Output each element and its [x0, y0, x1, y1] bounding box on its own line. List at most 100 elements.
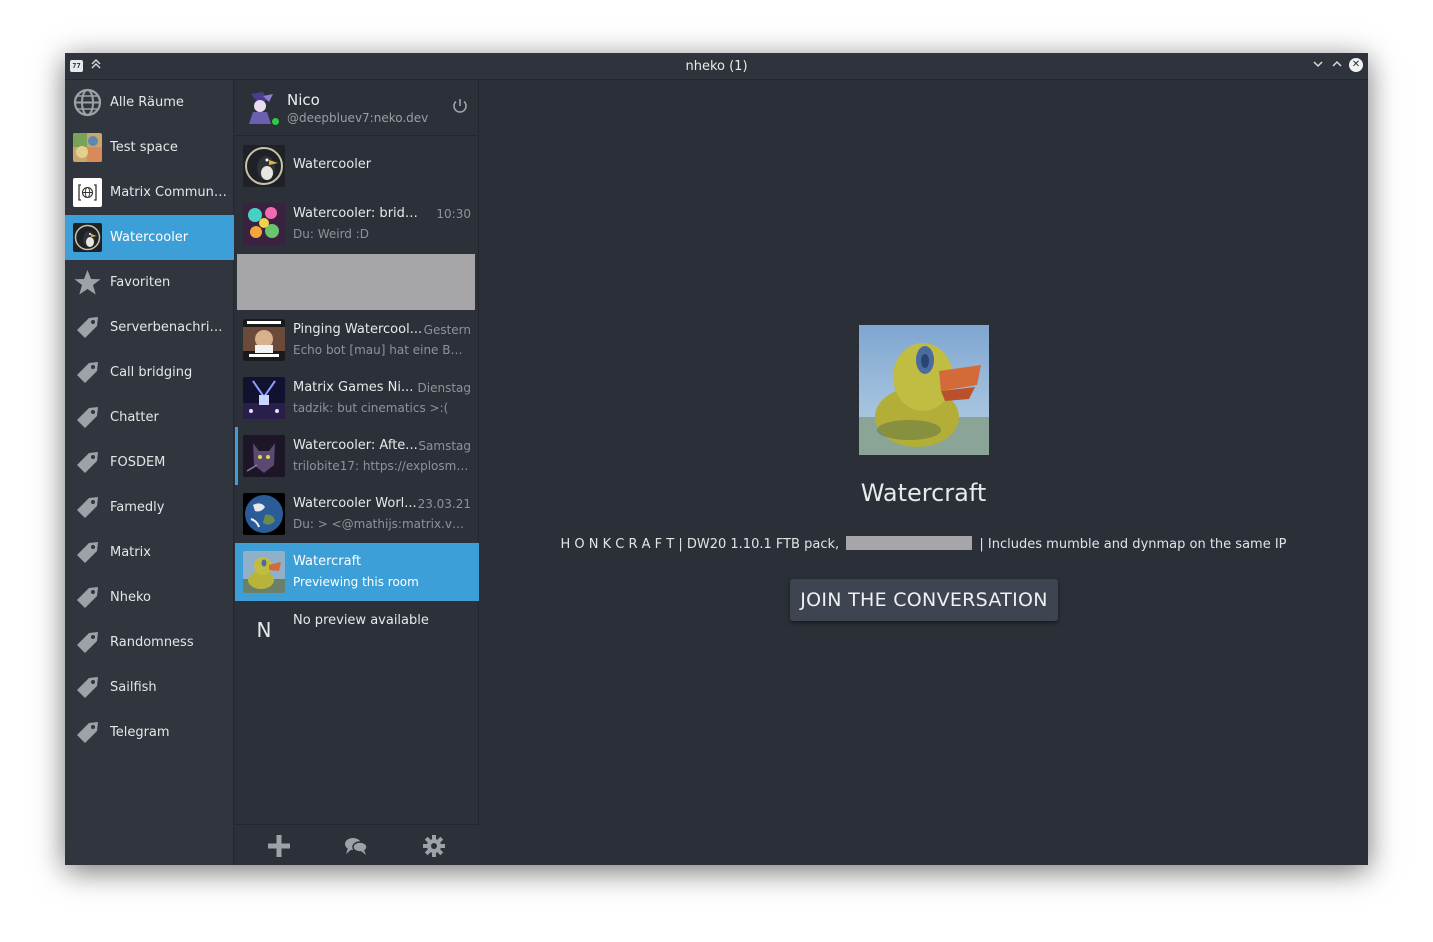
community-item-fosdem[interactable]: FOSDEM [65, 440, 234, 485]
community-item-telegram[interactable]: Telegram [65, 710, 234, 755]
room-preview-panel: Watercraft H O N K C R A F T | DW20 1.10… [479, 80, 1368, 865]
room-timestamp: Samstag [418, 439, 471, 453]
community-item-famedly[interactable]: Famedly [65, 485, 234, 530]
star-icon [73, 268, 102, 297]
community-label: Nheko [110, 590, 151, 605]
tag-icon [73, 628, 102, 657]
community-item-sailfish[interactable]: Sailfish [65, 665, 234, 710]
watercooler-avatar [73, 223, 102, 252]
community-label: Test space [110, 140, 178, 155]
community-item-all-rooms[interactable]: Alle Räume [65, 80, 234, 125]
community-label: Alle Räume [110, 95, 184, 110]
community-label: Chatter [110, 410, 159, 425]
community-item-matrix[interactable]: Matrix [65, 530, 234, 575]
room-avatar [243, 435, 285, 477]
user-info-header: Nico @deepbluev7:neko.dev [235, 80, 479, 136]
topic-text: H O N K C R A F T | DW20 1.10.1 FTB pack… [560, 537, 840, 552]
room-item-watercooler-world[interactable]: Watercooler Worl... 23.03.21 Du: > <@mat… [235, 485, 479, 543]
community-item-server-notices[interactable]: Serverbenachrichtigungen [65, 305, 234, 350]
room-name: Watercraft [293, 554, 362, 569]
room-last-message: Echo bot [mau] hat eine Ben... [293, 343, 469, 357]
room-item-pinging-watercooler[interactable]: Pinging Watercool... Gestern Echo bot [m… [235, 311, 479, 369]
community-item-watercooler[interactable]: Watercooler [65, 215, 234, 260]
community-item-randomness[interactable]: Randomness [65, 620, 234, 665]
community-item-favorites[interactable]: Favoriten [65, 260, 234, 305]
room-last-message: Du: > <@mathijs:matrix.vgor... [293, 517, 469, 531]
room-item-watercooler-afterhours[interactable]: Watercooler: Afte... Samstag trilobite17… [235, 427, 479, 485]
room-name: Watercooler: Afte... [293, 438, 418, 453]
tag-icon [73, 673, 102, 702]
tag-icon [73, 313, 102, 342]
redacted-block [846, 536, 973, 550]
community-item-matrix-community[interactable]: Matrix Community [65, 170, 234, 215]
community-label: Famedly [110, 500, 165, 515]
community-label: Matrix [110, 545, 151, 560]
community-label: Sailfish [110, 680, 157, 695]
app-window: 77 nheko (1) ✕ Alle Räume Test space Mat… [65, 53, 1368, 865]
community-item-nheko[interactable]: Nheko [65, 575, 234, 620]
room-name: Watercooler [293, 157, 372, 172]
room-list-panel: Nico @deepbluev7:neko.dev Watercooler Wa… [235, 80, 479, 865]
room-avatar [243, 551, 285, 593]
room-item-watercooler[interactable]: Watercooler [235, 137, 479, 195]
community-label: Matrix Community [110, 185, 228, 200]
room-item-watercooler-bridge[interactable]: Watercooler: bridge... 10:30 Du: Weird :… [235, 195, 479, 253]
matrix-logo-icon [73, 178, 102, 207]
close-icon[interactable]: ✕ [1349, 58, 1363, 72]
room-directory-icon[interactable] [344, 834, 368, 858]
room-timestamp: 23.03.21 [417, 497, 471, 511]
maximize-icon[interactable] [1329, 58, 1345, 74]
tag-icon [73, 358, 102, 387]
room-preview-avatar [859, 325, 989, 455]
room-preview-name: Watercraft [860, 479, 987, 507]
minimize-icon[interactable] [1310, 58, 1326, 74]
window-title: nheko (1) [685, 59, 748, 74]
room-name: Watercooler: bridge... [293, 206, 423, 221]
room-avatar [243, 203, 285, 245]
tag-icon [73, 448, 102, 477]
community-item-test-space[interactable]: Test space [65, 125, 234, 170]
plus-icon[interactable] [267, 834, 291, 858]
test-space-avatar [73, 133, 102, 162]
community-label: Serverbenachrichtigungen [110, 320, 228, 335]
community-label: Call bridging [110, 365, 193, 380]
room-last-message: tadzik: but cinematics >:( [293, 401, 449, 415]
community-item-chatter[interactable]: Chatter [65, 395, 234, 440]
community-label: FOSDEM [110, 455, 166, 470]
globe-icon [73, 88, 102, 117]
tag-icon [73, 493, 102, 522]
communities-sidebar: Alle Räume Test space Matrix Community W… [65, 80, 234, 865]
tag-icon [73, 583, 102, 612]
logout-icon[interactable] [451, 97, 469, 115]
room-last-message: Previewing this room [293, 575, 419, 589]
title-bar: 77 nheko (1) ✕ [65, 53, 1368, 80]
room-name: Pinging Watercool... [293, 322, 423, 337]
room-timestamp: Gestern [423, 323, 471, 337]
room-list-toolbar [235, 824, 479, 865]
gear-icon[interactable] [422, 834, 446, 858]
room-name: No preview available [293, 613, 429, 628]
user-display-name[interactable]: Nico [287, 91, 320, 109]
redacted-room-item[interactable] [237, 254, 475, 310]
room-item-watercraft[interactable]: Watercraft Previewing this room [235, 543, 479, 601]
community-label: Watercooler [110, 230, 189, 245]
presence-online-indicator [272, 118, 279, 125]
join-conversation-button[interactable]: JOIN THE CONVERSATION [790, 579, 1058, 621]
room-last-message: Du: Weird :D [293, 227, 370, 241]
room-preview-topic: H O N K C R A F T | DW20 1.10.1 FTB pack… [479, 536, 1368, 552]
community-item-call-bridging[interactable]: Call bridging [65, 350, 234, 395]
tag-icon [73, 403, 102, 432]
room-name: Matrix Games Ni... [293, 380, 414, 395]
tag-icon [73, 538, 102, 567]
room-avatar [243, 319, 285, 361]
room-avatar [243, 145, 285, 187]
room-timestamp: Dienstag [417, 381, 472, 395]
room-item-matrix-games-night[interactable]: Matrix Games Ni... Dienstag tadzik: but … [235, 369, 479, 427]
room-letter-avatar: N [256, 618, 272, 642]
user-id: @deepbluev7:neko.dev [287, 111, 429, 125]
room-timestamp: 10:30 [436, 207, 471, 221]
community-label: Favoriten [110, 275, 171, 290]
community-label: Telegram [110, 725, 170, 740]
room-last-message: trilobite17: https://explosm.... [293, 459, 469, 473]
room-item-no-preview[interactable]: N No preview available [235, 601, 479, 659]
